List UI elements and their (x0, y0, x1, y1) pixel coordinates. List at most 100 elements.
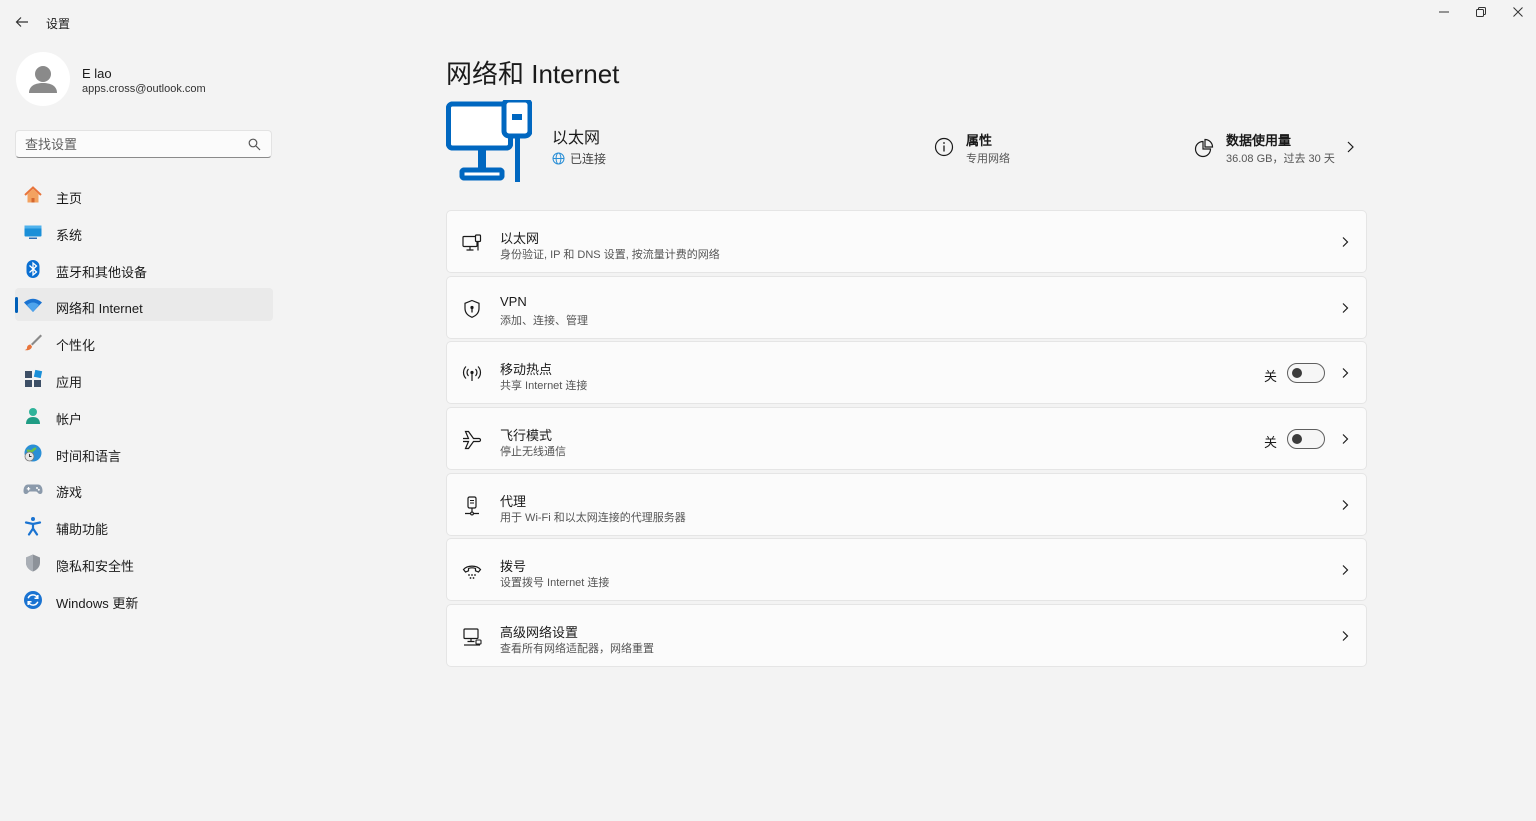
sidebar-item-label: 系统 (56, 227, 83, 243)
chevron-right-icon (1342, 434, 1349, 444)
sidebar-item-gaming[interactable]: 游戏 (15, 472, 273, 505)
sidebar-item-label: 辅助功能 (56, 522, 109, 538)
proxy-icon (461, 495, 483, 517)
dialup-icon (461, 560, 483, 582)
apps-icon (23, 369, 43, 389)
sidebar-item-accounts[interactable]: 帐户 (15, 399, 273, 432)
restore-icon (1476, 7, 1486, 17)
sidebar-item-bluetooth[interactable]: 蓝牙和其他设备 (15, 252, 273, 285)
data-usage-link[interactable]: 数据使用量 36.08 GB，过去 30 天 (1194, 128, 1366, 168)
app-title: 设置 (46, 17, 71, 31)
sidebar-item-network[interactable]: 网络和 Internet (15, 288, 273, 322)
card-title: 移动热点 (500, 362, 553, 378)
data-usage-title: 数据使用量 (1226, 133, 1292, 148)
search-box[interactable] (15, 130, 272, 158)
card-title: 拨号 (500, 559, 527, 575)
data-usage-subtitle: 36.08 GB，过去 30 天 (1226, 153, 1335, 165)
sidebar-item-label: 帐户 (56, 411, 83, 427)
ethernet-card[interactable]: 以太网 身份验证, IP 和 DNS 设置, 按流量计费的网络 (446, 210, 1367, 273)
connection-name: 以太网 (552, 130, 601, 147)
sidebar-item-time-language[interactable]: 时间和语言 (15, 436, 273, 469)
sidebar-item-home[interactable]: 主页 (15, 178, 273, 211)
sidebar-item-system[interactable]: 系统 (15, 215, 273, 248)
sidebar-item-label: 隐私和安全性 (56, 558, 135, 574)
ethernet-computer-icon (446, 100, 532, 182)
toggle-state-label: 关 (1263, 435, 1277, 451)
sidebar-item-windows-update[interactable]: Windows 更新 (15, 583, 273, 616)
back-button[interactable] (10, 10, 34, 34)
update-icon (23, 590, 43, 610)
sidebar-item-label: 蓝牙和其他设备 (56, 264, 148, 280)
chevron-right-icon (1342, 631, 1349, 642)
connection-status-text: 已连接 (570, 152, 607, 166)
gamepad-icon (23, 479, 43, 499)
hotspot-toggle[interactable] (1287, 363, 1325, 384)
chevron-right-icon (1342, 368, 1349, 379)
restore-button[interactable] (1463, 0, 1499, 24)
hotspot-icon (461, 363, 483, 385)
search-input[interactable] (16, 131, 246, 157)
sidebar-item-label: 时间和语言 (56, 448, 122, 464)
mobile-hotspot-card[interactable]: 移动热点 共享 Internet 连接 关 (446, 341, 1367, 405)
connection-status: 已连接 (552, 150, 606, 167)
active-indicator (15, 297, 18, 314)
brush-icon (23, 332, 43, 352)
minimize-button[interactable] (1426, 0, 1462, 24)
proxy-card[interactable]: 代理 用于 Wi-Fi 和以太网连接的代理服务器 (446, 472, 1367, 536)
card-subtitle: 停止无线通信 (500, 446, 566, 459)
card-subtitle: 查看所有网络适配器，网络重置 (500, 643, 654, 656)
card-title: VPN (500, 293, 527, 309)
toggle-state-label: 关 (1263, 369, 1277, 385)
sidebar-item-label: 主页 (56, 191, 83, 206)
wifi-icon (23, 295, 43, 315)
chevron-right-icon (1342, 499, 1349, 510)
ethernet-icon (461, 232, 483, 254)
user-name: E lao (82, 66, 112, 81)
sidebar-item-personalization[interactable]: 个性化 (15, 325, 273, 358)
chevron-right-icon (1342, 237, 1349, 247)
accessibility-icon (23, 516, 43, 536)
page-title: 网络和 Internet (446, 59, 620, 89)
home-icon (23, 185, 43, 205)
airplane-icon (461, 429, 483, 451)
card-title: 代理 (500, 493, 527, 509)
shield-icon (23, 553, 43, 573)
ethernet-status-header: 以太网 已连接 属性 专用网络 数据使用量 36.08 GB，过去 30 天 (446, 100, 1366, 190)
advanced-network-icon (461, 626, 483, 648)
advanced-network-card[interactable]: 高级网络设置 查看所有网络适配器，网络重置 (446, 604, 1367, 668)
user-profile[interactable]: E lao apps.cross@outlook.com (16, 52, 276, 108)
chevron-right-icon (1347, 141, 1354, 153)
title-bar: 设置 (0, 0, 1536, 44)
dialup-card[interactable]: 拨号 设置拨号 Internet 连接 (446, 538, 1367, 602)
sidebar-item-apps[interactable]: 应用 (15, 362, 273, 395)
properties-subtitle: 专用网络 (966, 153, 1010, 165)
sidebar-item-accessibility[interactable]: 辅助功能 (15, 509, 273, 542)
sidebar-item-label: Windows 更新 (56, 595, 139, 611)
airplane-mode-toggle[interactable] (1287, 429, 1325, 450)
system-icon (23, 222, 43, 242)
back-arrow-icon (15, 17, 28, 27)
toggle-knob (1292, 434, 1302, 445)
globe-clock-icon (23, 443, 43, 463)
card-title: 高级网络设置 (500, 625, 579, 641)
card-title: 以太网 (500, 231, 540, 246)
globe-icon (552, 152, 565, 165)
card-title: 飞行模式 (500, 428, 553, 444)
avatar (16, 52, 70, 106)
minimize-icon (1439, 11, 1449, 13)
bluetooth-icon (23, 259, 43, 279)
close-button[interactable] (1500, 0, 1536, 24)
vpn-card[interactable]: VPN 添加、连接、管理 (446, 275, 1367, 339)
card-subtitle: 添加、连接、管理 (500, 314, 588, 327)
properties-title: 属性 (966, 133, 993, 148)
chevron-right-icon (1342, 302, 1349, 313)
toggle-knob (1292, 368, 1302, 379)
account-icon (23, 406, 43, 426)
search-icon[interactable] (248, 138, 261, 151)
sidebar-item-label: 个性化 (56, 338, 96, 354)
info-icon (934, 137, 954, 157)
card-subtitle: 设置拨号 Internet 连接 (500, 577, 610, 590)
pie-chart-icon (1194, 138, 1214, 158)
sidebar-item-privacy[interactable]: 隐私和安全性 (15, 546, 273, 579)
airplane-mode-card[interactable]: 飞行模式 停止无线通信 关 (446, 407, 1367, 471)
